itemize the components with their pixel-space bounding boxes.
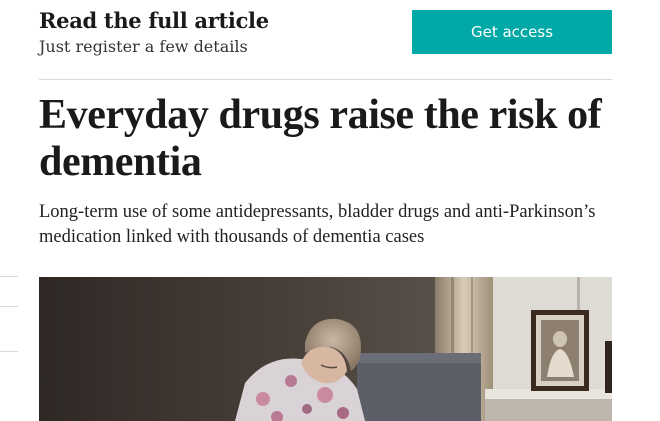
get-access-button[interactable]: Get access (412, 10, 612, 54)
access-banner-title: Read the full article (39, 8, 269, 33)
access-banner: Read the full article Just register a fe… (39, 0, 612, 80)
article-headline: Everyday drugs raise the risk of dementi… (39, 92, 602, 185)
lead-image (39, 277, 612, 421)
left-divider (0, 351, 18, 352)
left-divider (0, 306, 18, 307)
article-standfirst: Long-term use of some antidepressants, b… (39, 202, 596, 247)
left-divider (0, 276, 18, 277)
photo-elderly-woman-seated-icon (39, 277, 612, 421)
access-banner-subtitle: Just register a few details (39, 37, 248, 56)
